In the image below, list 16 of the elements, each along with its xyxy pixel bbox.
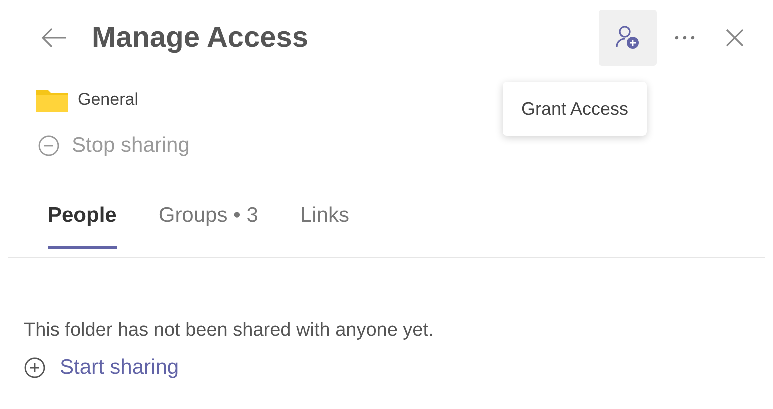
add-person-icon xyxy=(615,25,641,51)
tab[interactable]: Links xyxy=(300,194,350,249)
page-title: Manage Access xyxy=(92,22,310,54)
tooltip: Grant Access xyxy=(503,82,647,136)
back-arrow-icon xyxy=(41,28,67,48)
empty-message: This folder has not been shared with anyone yet. xyxy=(24,320,435,342)
start-sharing-link[interactable]: Start sharing xyxy=(24,356,180,380)
tab[interactable]: People xyxy=(48,194,117,249)
folder-name: General xyxy=(78,90,138,110)
more-icon xyxy=(675,36,695,40)
folder-icon xyxy=(36,88,68,112)
minus-circle-icon xyxy=(38,135,60,157)
tab[interactable]: Groups • 3 xyxy=(158,194,258,249)
plus-circle-icon xyxy=(24,357,46,379)
close-icon xyxy=(726,29,744,47)
grant-access-button[interactable] xyxy=(599,10,657,66)
